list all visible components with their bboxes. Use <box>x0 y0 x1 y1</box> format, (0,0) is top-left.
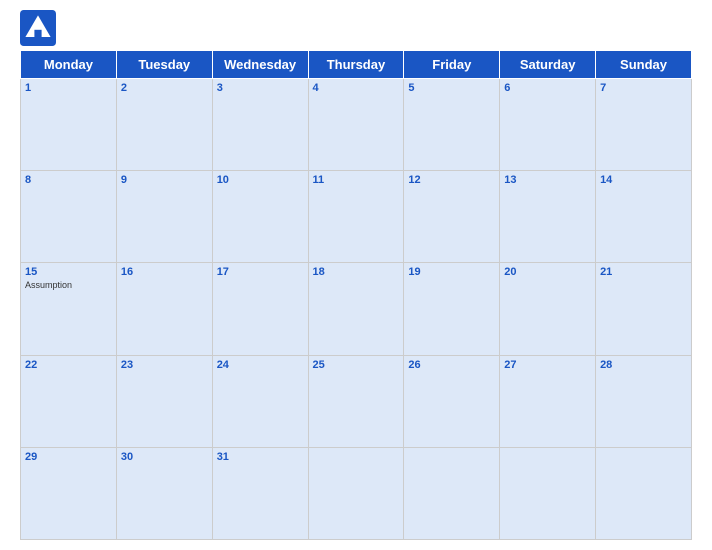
date-number: 27 <box>504 359 591 371</box>
date-number: 29 <box>25 451 112 463</box>
date-number: 26 <box>408 359 495 371</box>
calendar-cell: 24 <box>212 355 308 447</box>
date-number: 25 <box>313 359 400 371</box>
calendar-cell: 22 <box>21 355 117 447</box>
week-row-2: 89 10 11 12 13 14 <box>21 171 692 263</box>
date-number: 1 <box>25 82 112 94</box>
date-number: 2 <box>121 82 208 94</box>
calendar-cell <box>500 447 596 539</box>
calendar-cell: 23 <box>116 355 212 447</box>
date-number: 13 <box>504 174 591 186</box>
date-number: 20 <box>504 266 591 278</box>
calendar-cell: 12 <box>404 171 500 263</box>
calendar-cell: 29 <box>21 447 117 539</box>
holiday-label: Assumption <box>25 280 112 290</box>
calendar-cell: 6 <box>500 79 596 171</box>
date-number: 16 <box>121 266 208 278</box>
date-number: 9 <box>121 174 208 186</box>
date-number: 31 <box>217 451 304 463</box>
date-number: 12 <box>408 174 495 186</box>
calendar-cell: 8 <box>21 171 117 263</box>
date-number: 24 <box>217 359 304 371</box>
week-row-3: 15 Assumption 16 17 18 19 20 21 <box>21 263 692 355</box>
calendar-cell <box>404 447 500 539</box>
date-number: 30 <box>121 451 208 463</box>
weekday-header-monday: Monday <box>21 51 117 79</box>
calendar-cell: 28 <box>596 355 692 447</box>
calendar-cell: 17 <box>212 263 308 355</box>
weekday-header-sunday: Sunday <box>596 51 692 79</box>
calendar-cell: 3 <box>212 79 308 171</box>
calendar-cell: 4 <box>308 79 404 171</box>
date-number: 3 <box>217 82 304 94</box>
calendar-cell: 1 <box>21 79 117 171</box>
calendar-cell: 20 <box>500 263 596 355</box>
weekday-header-wednesday: Wednesday <box>212 51 308 79</box>
generalblue-logo-icon <box>20 10 56 46</box>
weekday-header-saturday: Saturday <box>500 51 596 79</box>
date-number: 21 <box>600 266 687 278</box>
date-number: 23 <box>121 359 208 371</box>
date-number: 10 <box>217 174 304 186</box>
date-number: 22 <box>25 359 112 371</box>
date-number: 15 <box>25 266 112 278</box>
date-number: 19 <box>408 266 495 278</box>
calendar-cell: 21 <box>596 263 692 355</box>
date-number: 28 <box>600 359 687 371</box>
calendar-cell <box>596 447 692 539</box>
date-number: 6 <box>504 82 591 94</box>
date-number: 5 <box>408 82 495 94</box>
calendar-cell: 11 <box>308 171 404 263</box>
calendar-cell: 19 <box>404 263 500 355</box>
calendar-cell: 31 <box>212 447 308 539</box>
week-row-5: 29 30 31 <box>21 447 692 539</box>
calendar-cell: 16 <box>116 263 212 355</box>
calendar-cell: 9 <box>116 171 212 263</box>
calendar-cell: 18 <box>308 263 404 355</box>
calendar-cell <box>308 447 404 539</box>
calendar-cell: 25 <box>308 355 404 447</box>
weekday-header-tuesday: Tuesday <box>116 51 212 79</box>
calendar-cell: 27 <box>500 355 596 447</box>
date-number: 7 <box>600 82 687 94</box>
calendar-cell: 2 <box>116 79 212 171</box>
calendar-cell: 14 <box>596 171 692 263</box>
week-row-4: 22 23 24 25 26 27 28 <box>21 355 692 447</box>
calendar-cell: 10 <box>212 171 308 263</box>
weekday-header-thursday: Thursday <box>308 51 404 79</box>
calendar-cell: 13 <box>500 171 596 263</box>
calendar-cell: 30 <box>116 447 212 539</box>
calendar-cell: 5 <box>404 79 500 171</box>
calendar-cell: 26 <box>404 355 500 447</box>
weekday-header-friday: Friday <box>404 51 500 79</box>
date-number: 17 <box>217 266 304 278</box>
date-number: 14 <box>600 174 687 186</box>
calendar-cell: 7 <box>596 79 692 171</box>
date-number: 8 <box>25 174 112 186</box>
date-number: 18 <box>313 266 400 278</box>
calendar-cell: 15 Assumption <box>21 263 117 355</box>
top-bar <box>20 10 692 46</box>
logo <box>20 10 60 46</box>
date-number: 4 <box>313 82 400 94</box>
calendar-table: MondayTuesdayWednesdayThursdayFridaySatu… <box>20 50 692 540</box>
week-row-1: 1234567 <box>21 79 692 171</box>
date-number: 11 <box>313 174 400 186</box>
weekday-header-row: MondayTuesdayWednesdayThursdayFridaySatu… <box>21 51 692 79</box>
